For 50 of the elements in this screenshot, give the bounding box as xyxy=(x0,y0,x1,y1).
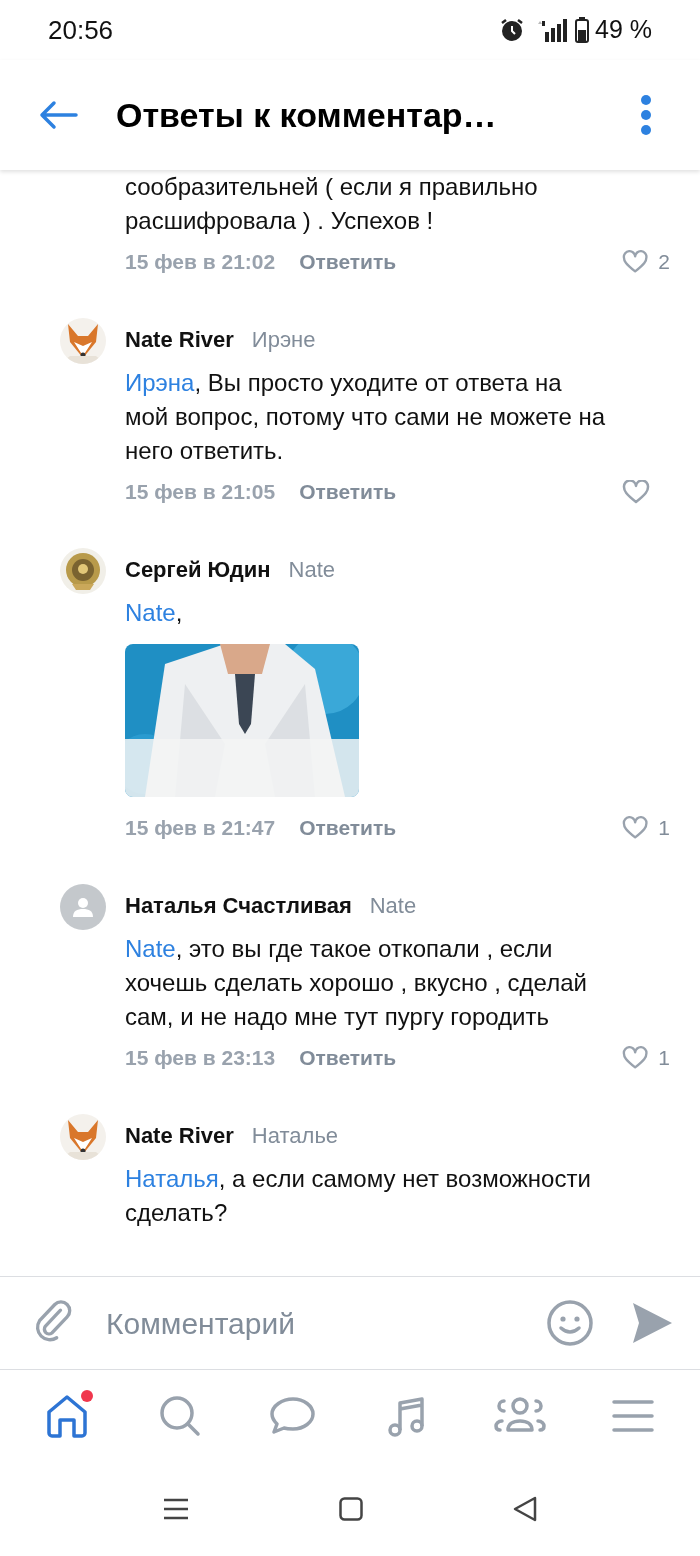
reply-to-name: Nate xyxy=(369,891,417,920)
author-name[interactable]: Сергей Юдин xyxy=(125,552,271,586)
comment-date: 15 фев в 21:47 xyxy=(125,815,276,842)
comment-date: 15 фев в 21:02 xyxy=(125,249,276,276)
menu-icon[interactable] xyxy=(612,1399,655,1433)
search-icon[interactable] xyxy=(158,1394,202,1438)
reply-button[interactable]: Ответить xyxy=(299,812,397,844)
emoji-icon[interactable] xyxy=(546,1299,594,1347)
comment-date: 15 фев в 21:05 xyxy=(125,479,276,506)
comment-date: 15 фев в 23:13 xyxy=(125,1045,276,1072)
person-icon xyxy=(73,897,93,917)
music-note-icon[interactable] xyxy=(386,1394,427,1438)
reply-button[interactable]: Ответить xyxy=(299,476,397,508)
heart-icon xyxy=(622,1046,649,1070)
back-nav-icon[interactable] xyxy=(513,1496,537,1522)
mention-link[interactable]: Ирэна xyxy=(125,369,195,396)
heart-icon xyxy=(622,816,649,840)
like-button[interactable]: 1 xyxy=(622,1042,670,1074)
like-button[interactable]: 1 xyxy=(622,812,670,844)
recent-apps-icon[interactable] xyxy=(163,1498,189,1520)
comment-text: сообразительней ( если я правильно расшифровала ) . Успехов ! xyxy=(125,172,539,236)
home-icon[interactable] xyxy=(44,1394,89,1438)
status-time: 20:56 xyxy=(48,13,114,47)
reply-button[interactable]: Ответить xyxy=(299,246,397,278)
comment-field[interactable]: Комментарий xyxy=(106,1300,536,1346)
heart-icon xyxy=(622,250,649,274)
reply-to-name: Nate xyxy=(288,555,335,584)
home-button-icon[interactable] xyxy=(339,1497,363,1521)
mention-link[interactable]: Наталья xyxy=(125,1165,219,1192)
mention-link[interactable]: Nate xyxy=(125,935,176,962)
send-icon[interactable] xyxy=(632,1302,672,1344)
battery-icon xyxy=(575,17,589,43)
page-title: Ответы к комментар… xyxy=(116,94,497,136)
speech-bubble-icon[interactable] xyxy=(270,1396,317,1436)
battery-percent: 49 % xyxy=(595,14,652,46)
author-name[interactable]: Nate River xyxy=(125,322,234,356)
signal-icon xyxy=(535,16,569,44)
comment-text: Nate, xyxy=(125,598,184,628)
comment-text: Ирэна, Вы просто уходите от ответа на мой вопрос, потому что сами не можете на него ответить. xyxy=(125,368,607,466)
heart-icon xyxy=(622,480,650,504)
comment-text: Наталья, а если самому нет возможности сделать? xyxy=(125,1164,592,1228)
reply-to-name: Наталье xyxy=(251,1121,339,1150)
author-name[interactable]: Nate River xyxy=(125,1118,234,1152)
comment-text: Nate, это вы где такое откопали , если хочешь сделать хорошо , вкусно , сделай сам, и не надо мне тут пургу городить xyxy=(125,934,588,1032)
reply-button[interactable]: Ответить xyxy=(299,1042,397,1074)
reply-to-name: Ирэне xyxy=(251,325,316,354)
alarm-icon xyxy=(499,17,525,43)
author-name[interactable]: Наталья Счастливая xyxy=(125,888,352,922)
like-button[interactable]: 2 xyxy=(622,246,670,278)
mention-link[interactable]: Nate xyxy=(125,599,176,626)
